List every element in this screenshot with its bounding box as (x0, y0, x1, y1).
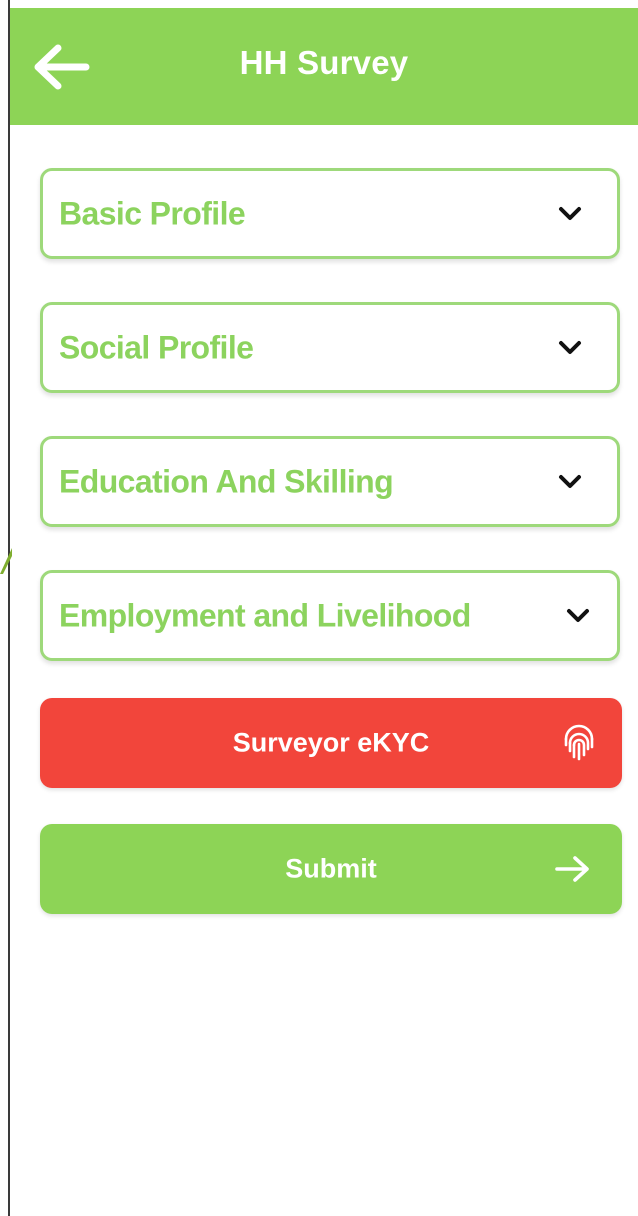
ekyc-button-label: Surveyor eKYC (232, 727, 430, 758)
submit-button[interactable]: Submit (40, 824, 622, 914)
side-marker-icon (0, 548, 12, 574)
chevron-down-icon (567, 608, 589, 622)
section-label: Employment and Livelihood (59, 597, 471, 633)
section-employment-and-livelihood[interactable]: Employment and Livelihood (40, 570, 620, 661)
section-basic-profile[interactable]: Basic Profile (40, 168, 620, 259)
chevron-down-icon (559, 474, 581, 488)
page-title: HH Survey (239, 44, 409, 81)
fingerprint-icon (564, 724, 594, 761)
section-social-profile[interactable]: Social Profile (40, 302, 620, 393)
submit-button-label: Submit (285, 853, 377, 884)
surveyor-ekyc-button[interactable]: Surveyor eKYC (40, 698, 622, 788)
section-label: Education And Skilling (59, 463, 394, 499)
frame-border (8, 0, 10, 1216)
section-education-and-skilling[interactable]: Education And Skilling (40, 436, 620, 527)
chevron-down-icon (559, 206, 581, 220)
app-header: HH Survey (10, 8, 638, 125)
arrow-right-icon (555, 856, 589, 882)
section-label: Social Profile (59, 329, 254, 365)
section-label: Basic Profile (59, 195, 246, 231)
chevron-down-icon (559, 340, 581, 354)
